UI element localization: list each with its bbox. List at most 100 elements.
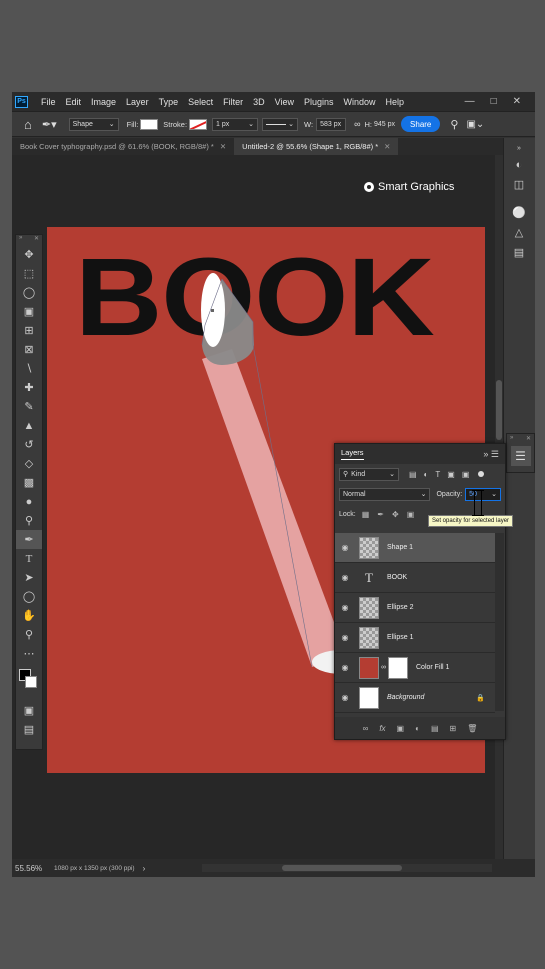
- gradient-tool-icon[interactable]: ▩: [16, 473, 42, 492]
- trash-icon[interactable]: 🗑: [467, 724, 477, 733]
- path-selection-tool-icon[interactable]: ➤: [16, 568, 42, 587]
- expand-icon[interactable]: »: [510, 435, 513, 442]
- ellipse-tool-icon[interactable]: ◯: [16, 587, 42, 606]
- panel-menu-icon[interactable]: » ☰: [483, 449, 499, 460]
- height-value[interactable]: 945 px: [374, 121, 395, 128]
- paths-panel-icon[interactable]: △: [512, 226, 526, 240]
- workspace-icon[interactable]: ▣⌄: [466, 119, 484, 130]
- layer-row-ellipse-1[interactable]: ◉ Ellipse 1: [335, 623, 495, 653]
- close-icon[interactable]: ✕: [526, 435, 531, 442]
- eye-icon[interactable]: ◉: [335, 693, 355, 702]
- blend-mode-select[interactable]: Normal ⌄: [339, 487, 431, 501]
- menu-type[interactable]: Type: [154, 97, 184, 107]
- close-icon[interactable]: ✕: [384, 142, 390, 151]
- background-color-swatch[interactable]: [25, 676, 37, 688]
- brush-tool-icon[interactable]: ✎: [16, 397, 42, 416]
- home-icon[interactable]: ⌂: [24, 117, 32, 132]
- layer-row-color-fill-1[interactable]: ◉ ∞ Color Fill 1: [335, 653, 495, 683]
- status-arrow-icon[interactable]: ›: [143, 864, 146, 873]
- width-field[interactable]: 583 px: [316, 117, 347, 131]
- object-select-tool-icon[interactable]: ▣: [16, 302, 42, 321]
- horizontal-scroll-thumb[interactable]: [282, 865, 402, 871]
- menu-file[interactable]: File: [36, 97, 61, 107]
- tool-mode-select[interactable]: Shape ⌄: [68, 117, 119, 131]
- move-tool-icon[interactable]: ✥: [16, 245, 42, 264]
- link-layers-icon[interactable]: ∞: [363, 724, 369, 733]
- more-tools-icon[interactable]: ⋯: [16, 644, 42, 663]
- new-layer-icon[interactable]: ⊞: [450, 724, 457, 733]
- color-swatches-icon[interactable]: [16, 663, 42, 701]
- menu-filter[interactable]: Filter: [218, 97, 248, 107]
- filter-toggle-icon[interactable]: [478, 471, 485, 477]
- layers-panel-icon[interactable]: ☰: [510, 446, 531, 466]
- type-tool-icon[interactable]: T: [16, 549, 42, 568]
- add-mask-icon[interactable]: ▣: [397, 724, 405, 733]
- fill-swatch[interactable]: [140, 118, 159, 130]
- layer-row-background[interactable]: ◉ Background 🔒: [335, 683, 495, 713]
- menu-view[interactable]: View: [270, 97, 299, 107]
- healing-brush-tool-icon[interactable]: ✚: [16, 378, 42, 397]
- close-icon[interactable]: ✕: [513, 96, 521, 107]
- eye-icon[interactable]: ◉: [335, 573, 355, 582]
- collapse-icon[interactable]: »: [512, 142, 526, 156]
- eye-icon[interactable]: ◉: [335, 603, 355, 612]
- blur-tool-icon[interactable]: ●: [16, 492, 42, 511]
- layers-scrollbar[interactable]: [495, 533, 504, 711]
- expand-icon[interactable]: »: [19, 235, 22, 245]
- eyedropper-tool-icon[interactable]: ∖: [16, 359, 42, 378]
- color-panel-icon[interactable]: ◐: [512, 158, 526, 172]
- new-group-icon[interactable]: ▤: [431, 724, 439, 733]
- layer-filter-icons[interactable]: ▤◐T▣▣: [409, 470, 476, 479]
- menu-layer[interactable]: Layer: [121, 97, 154, 107]
- eye-icon[interactable]: ◉: [335, 663, 355, 672]
- minimize-icon[interactable]: —: [465, 96, 475, 107]
- search-icon[interactable]: ⚲: [450, 118, 458, 131]
- menu-window[interactable]: Window: [339, 97, 381, 107]
- close-icon[interactable]: ✕: [34, 235, 39, 245]
- pen-tool-icon[interactable]: ✒: [16, 530, 42, 549]
- pen-tool-preset-icon[interactable]: ✒▾: [42, 118, 57, 131]
- link-icon[interactable]: ∞: [354, 119, 360, 129]
- eye-icon[interactable]: ◉: [335, 543, 355, 552]
- crop-tool-icon[interactable]: ⊞: [16, 321, 42, 340]
- maximize-icon[interactable]: □: [491, 96, 497, 107]
- layer-row-shape-1[interactable]: ◉ Shape 1: [335, 533, 495, 563]
- filter-kind-select[interactable]: ⚲ Kind ⌄: [339, 467, 399, 481]
- close-icon[interactable]: ✕: [220, 142, 226, 151]
- zoom-level[interactable]: 55.56%: [12, 864, 54, 873]
- adjustments-panel-icon[interactable]: ⚪: [512, 206, 526, 220]
- menu-plugins[interactable]: Plugins: [299, 97, 339, 107]
- menu-image[interactable]: Image: [86, 97, 121, 107]
- zoom-tool-icon[interactable]: ⚲: [16, 625, 42, 644]
- history-brush-tool-icon[interactable]: ↺: [16, 435, 42, 454]
- lasso-tool-icon[interactable]: ◯: [16, 283, 42, 302]
- marquee-tool-icon[interactable]: ⬚: [16, 264, 42, 283]
- layer-row-book[interactable]: ◉ T BOOK: [335, 563, 495, 593]
- horizontal-scrollbar[interactable]: [202, 864, 492, 872]
- clone-stamp-tool-icon[interactable]: ▲: [16, 416, 42, 435]
- stroke-width-field[interactable]: 1 px ⌄: [212, 117, 259, 131]
- frame-tool-icon[interactable]: ⊠: [16, 340, 42, 359]
- screen-mode-icon[interactable]: ▤: [16, 720, 42, 739]
- dodge-tool-icon[interactable]: ⚲: [16, 511, 42, 530]
- stroke-swatch[interactable]: [189, 118, 208, 130]
- layer-row-ellipse-2[interactable]: ◉ Ellipse 2: [335, 593, 495, 623]
- fx-icon[interactable]: fx: [379, 724, 385, 733]
- libraries-panel-icon[interactable]: ▤: [512, 246, 526, 260]
- lock-options-icons[interactable]: ▦✒✥▣: [362, 510, 423, 519]
- adjustment-layer-icon[interactable]: ◐: [415, 724, 420, 733]
- quick-mask-icon[interactable]: ▣: [16, 701, 42, 720]
- menu-help[interactable]: Help: [381, 97, 410, 107]
- share-button[interactable]: Share: [401, 116, 441, 132]
- properties-panel-icon[interactable]: ◫: [512, 178, 526, 192]
- eye-icon[interactable]: ◉: [335, 633, 355, 642]
- stroke-type-select[interactable]: ⌄: [262, 117, 299, 131]
- hand-tool-icon[interactable]: ✋: [16, 606, 42, 625]
- menu-3d[interactable]: 3D: [248, 97, 270, 107]
- tab-layers[interactable]: Layers: [341, 448, 364, 460]
- tab-book-cover[interactable]: Book Cover typhography.psd @ 61.6% (BOOK…: [12, 138, 234, 155]
- tab-untitled-2[interactable]: Untitled-2 @ 55.6% (Shape 1, RGB/8#) * ✕: [234, 138, 399, 155]
- menu-edit[interactable]: Edit: [61, 97, 87, 107]
- vertical-scroll-thumb[interactable]: [496, 380, 502, 440]
- eraser-tool-icon[interactable]: ◇: [16, 454, 42, 473]
